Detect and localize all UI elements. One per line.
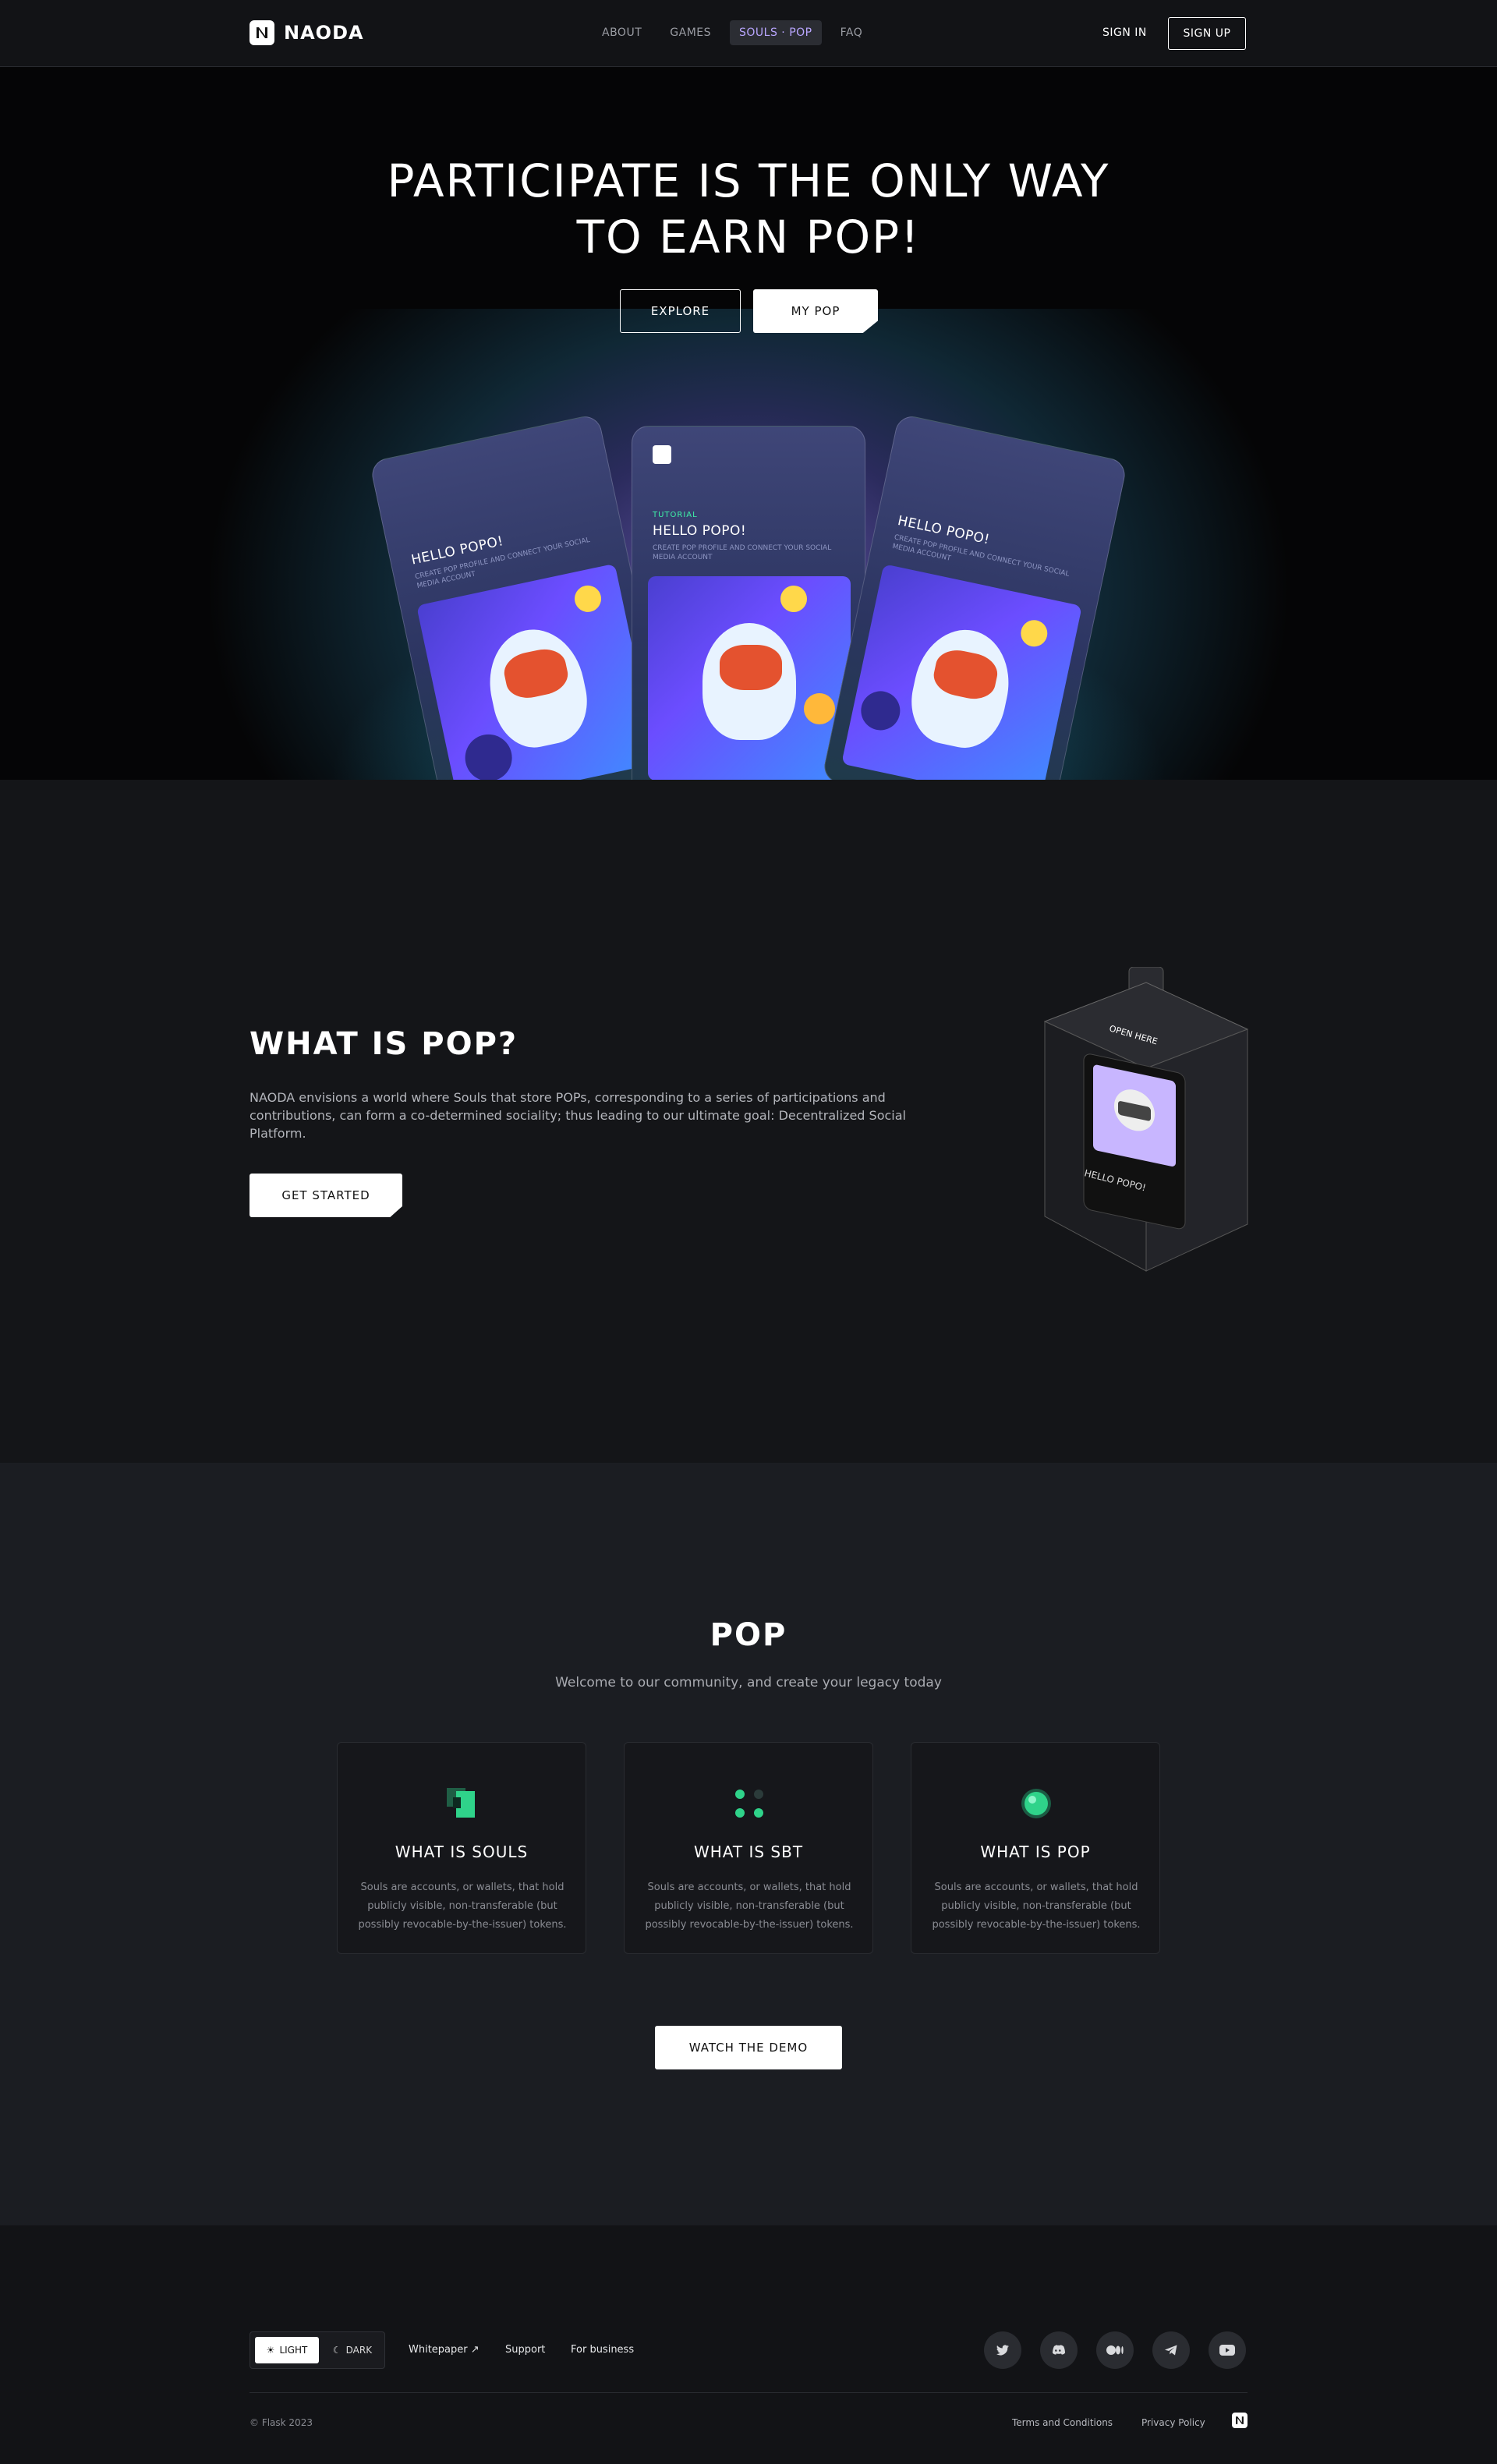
discord-icon[interactable]	[1040, 2331, 1078, 2369]
what-is-pop-text: NAODA envisions a world where Souls that…	[250, 1090, 906, 1141]
youtube-icon[interactable]	[1209, 2331, 1246, 2369]
what-is-pop-title: WHAT IS POP?	[250, 1026, 518, 1062]
feature-card-pop: WHAT IS POP Souls are accounts, or walle…	[911, 1742, 1160, 1954]
theme-light-label: LIGHT	[279, 2345, 308, 2356]
nav-faq[interactable]: FAQ	[831, 20, 872, 45]
hero-title-line2: TO EARN POP!	[576, 211, 921, 264]
astronaut-art	[416, 563, 657, 780]
my-pop-button[interactable]: MY POP	[753, 289, 878, 333]
sign-up-button[interactable]: SIGN UP	[1168, 17, 1246, 50]
what-is-pop-section: WHAT IS POP? NAODA envisions a world whe…	[0, 780, 1497, 1463]
footer-divider	[250, 2392, 1248, 2393]
sun-icon: ☀	[266, 2345, 275, 2356]
feature-text: Souls are accounts, or wallets, that hol…	[645, 1882, 854, 1931]
nav-links: ABOUT GAMES SOULS · POP FAQ	[593, 20, 872, 45]
pop-title: POP	[710, 1617, 787, 1653]
theme-dark-label: DARK	[345, 2345, 373, 2356]
hero-title: PARTICIPATE IS THE ONLY WAY TO EARN POP!	[0, 153, 1497, 265]
theme-light-button[interactable]: ☀ LIGHT	[255, 2337, 319, 2363]
astronaut-art	[648, 576, 851, 780]
pop-box-illustration: OPEN HERE HELLO POPO!	[1043, 967, 1249, 1272]
pop-orb-icon	[1021, 1789, 1051, 1818]
pop-subtitle: Welcome to our community, and create you…	[555, 1675, 942, 1690]
souls-icon	[447, 1788, 475, 1818]
brand-name: NAODA	[284, 22, 364, 44]
feature-text: Souls are accounts, or wallets, that hol…	[358, 1882, 567, 1931]
nav-souls-pop[interactable]: SOULS · POP	[730, 20, 822, 45]
naoda-logo-icon[interactable]	[1232, 2413, 1248, 2428]
card-tag: TUTORIAL	[653, 511, 698, 519]
twitter-icon[interactable]	[984, 2331, 1021, 2369]
card-title: HELLO POPO!	[653, 523, 747, 539]
feature-title: WHAT IS SBT	[693, 1843, 804, 1861]
feature-title: WHAT IS POP	[980, 1843, 1091, 1861]
sign-in-link[interactable]: SIGN IN	[1102, 27, 1147, 39]
watch-demo-button[interactable]: WATCH THE DEMO	[655, 2026, 842, 2069]
naoda-logo-icon	[250, 20, 274, 45]
telegram-icon[interactable]	[1152, 2331, 1190, 2369]
feature-card-sbt: WHAT IS SBT Souls are accounts, or walle…	[624, 1742, 873, 1954]
hero-title-line1: PARTICIPATE IS THE ONLY WAY	[387, 154, 1110, 207]
footer-link-support[interactable]: Support	[505, 2344, 545, 2356]
feature-text: Souls are accounts, or wallets, that hol…	[932, 1882, 1141, 1931]
brand-logo[interactable]: NAODA	[250, 20, 364, 45]
terms-link[interactable]: Terms and Conditions	[1012, 2417, 1113, 2428]
nav-about[interactable]: ABOUT	[593, 20, 651, 45]
external-link-icon: ↗	[470, 2344, 480, 2356]
pop-section: POP Welcome to our community, and create…	[0, 1463, 1497, 2225]
pop-card-center: TUTORIAL HELLO POPO! CREATE POP PROFILE …	[632, 426, 865, 780]
nav-games[interactable]: GAMES	[660, 20, 720, 45]
explore-button[interactable]: EXPLORE	[620, 289, 741, 333]
card-logo-icon	[653, 445, 671, 464]
get-started-button[interactable]: GET STARTED	[250, 1174, 402, 1217]
sbt-icon	[735, 1790, 763, 1818]
medium-icon[interactable]	[1096, 2331, 1134, 2369]
footer-link-whitepaper[interactable]: Whitepaper ↗	[409, 2344, 480, 2356]
theme-dark-button[interactable]: ☾ DARK	[324, 2337, 381, 2363]
copyright: © Flask 2023	[250, 2417, 313, 2428]
moon-icon: ☾	[332, 2345, 342, 2356]
footer: ☀ LIGHT ☾ DARK Whitepaper ↗ Support For …	[0, 2225, 1497, 2464]
astronaut-art	[841, 564, 1082, 780]
feature-title: WHAT IS SOULS	[395, 1843, 529, 1861]
feature-card-souls: WHAT IS SOULS Souls are accounts, or wal…	[337, 1742, 586, 1954]
card-subtitle: CREATE POP PROFILE AND CONNECT YOUR SOCI…	[653, 544, 832, 561]
top-nav: NAODA ABOUT GAMES SOULS · POP FAQ SIGN I…	[0, 0, 1497, 67]
hero-section: PARTICIPATE IS THE ONLY WAY TO EARN POP!…	[0, 67, 1497, 780]
footer-link-business[interactable]: For business	[571, 2344, 634, 2356]
privacy-link[interactable]: Privacy Policy	[1141, 2417, 1205, 2428]
theme-toggle: ☀ LIGHT ☾ DARK	[250, 2331, 385, 2369]
whitepaper-label: Whitepaper	[409, 2344, 468, 2356]
